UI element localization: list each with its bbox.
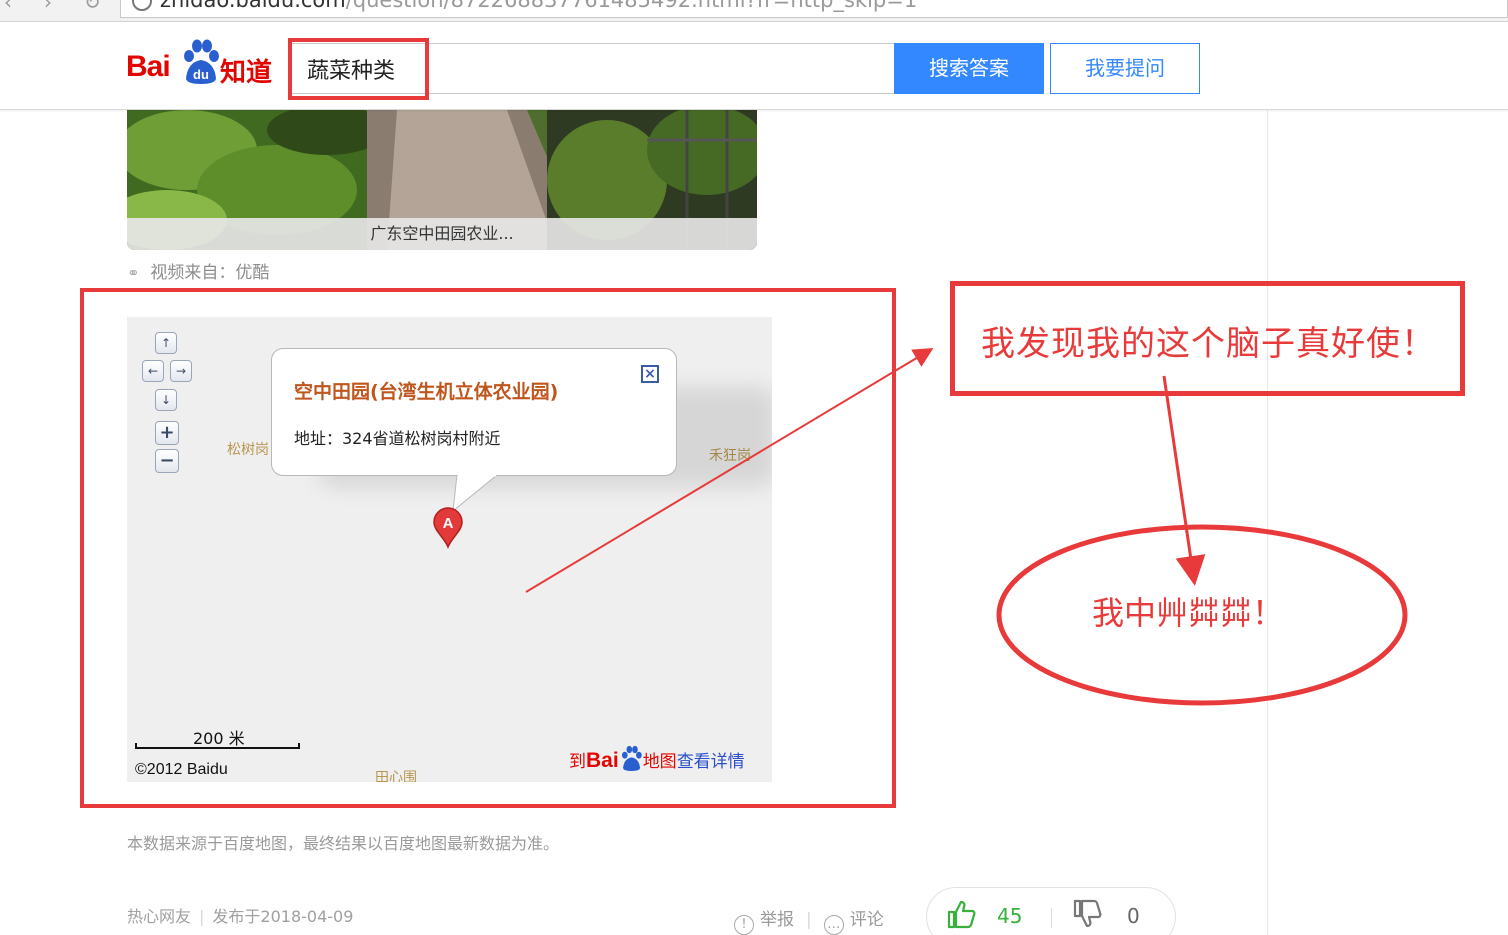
report-button[interactable]: ! 举报 <box>734 910 794 935</box>
thumbs-down-icon[interactable] <box>1071 898 1103 930</box>
forward-arrow-icon[interactable]: › <box>44 0 52 14</box>
view-in-baidu-map-link[interactable]: 到Bai 地图查看详情 <box>569 745 745 777</box>
baidu-map[interactable]: ↑ ← → ↓ + − 松树岗 禾狂岗 田心围 空中田园(台湾生机立体农业园) … <box>127 317 772 782</box>
meta-separator: | <box>199 907 205 926</box>
logo-bai-text: Bai <box>126 50 171 83</box>
column-divider <box>1267 110 1268 935</box>
map-data-source-note: 本数据来源于百度地图，最终结果以百度地图最新数据为准。 <box>127 834 560 853</box>
zoom-in-button[interactable]: + <box>155 421 179 445</box>
maplink-suffix: 查看详情 <box>676 752 745 772</box>
maplink-prefix: 到 <box>569 752 586 772</box>
report-icon: ! <box>734 915 754 935</box>
logo-du-text: du <box>193 67 209 82</box>
map-place-label: 松树岗 <box>227 442 269 458</box>
marker-label: A <box>443 515 454 532</box>
answer-actions: ! 举报 | … 评论 <box>734 905 884 935</box>
back-arrow-icon[interactable]: ‹ <box>4 0 12 14</box>
action-separator: | <box>806 910 812 930</box>
vote-separator <box>1051 908 1052 928</box>
map-marker-icon[interactable]: A <box>432 507 464 549</box>
pan-left-button[interactable]: ← <box>142 360 164 382</box>
link-icon: ⚭ <box>127 264 140 282</box>
baidu-paw-small-icon <box>621 745 642 771</box>
upvote-count: 45 <box>997 904 1023 928</box>
browser-address-bar: ‹ › ↻ zhidao.baidu.com/question/87226883… <box>0 0 1508 22</box>
page-root: ‹ › ↻ zhidao.baidu.com/question/87226883… <box>0 0 1508 935</box>
site-header: Bai du 知道 蔬菜种类 搜索答案 我要提问 <box>0 22 1508 110</box>
pan-up-button[interactable]: ↑ <box>155 332 177 354</box>
annotation-arrow-to-ellipse <box>1162 375 1206 586</box>
search-answers-button[interactable]: 搜索答案 <box>894 43 1044 94</box>
video-source-label: 视频来自：优酷 <box>150 263 270 283</box>
pan-down-button[interactable]: ↓ <box>155 389 177 411</box>
answer-meta: 热心网友 | 发布于2018-04-09 <box>127 903 353 927</box>
annotation-ellipse-text: 我中艸茻茻！ <box>1092 594 1285 632</box>
thumbs-up-icon[interactable] <box>945 898 977 930</box>
zoom-out-button[interactable]: − <box>155 449 179 473</box>
map-copyright: ©2012 Baidu <box>135 761 228 778</box>
maplink-brand-bai: Bai <box>586 749 619 772</box>
map-place-label: 田心围 <box>375 770 417 782</box>
answer-date: 发布于2018-04-09 <box>212 907 354 926</box>
popup-address: 地址：324省道松树岗村附近 <box>294 429 501 448</box>
ask-question-button[interactable]: 我要提问 <box>1050 43 1200 94</box>
popup-close-icon[interactable]: × <box>641 365 659 383</box>
comment-icon: … <box>823 915 844 935</box>
answer-author[interactable]: 热心网友 <box>127 907 191 926</box>
downvote-count: 0 <box>1127 904 1140 928</box>
url-text: zhidao.baidu.com/question/87226883776148… <box>160 0 918 12</box>
video-thumbnail[interactable]: 广东空中田园农业... <box>127 110 757 250</box>
video-caption: 广东空中田园农业... <box>127 218 757 250</box>
logo-zhidao-text: 知道 <box>220 58 273 88</box>
pan-right-button[interactable]: → <box>170 360 192 382</box>
map-info-popup: 空中田园(台湾生机立体农业园) 地址：324省道松树岗村附近 × <box>271 348 677 476</box>
maplink-brand-map: 地图 <box>642 752 677 772</box>
popup-title[interactable]: 空中田园(台湾生机立体农业园) <box>294 377 558 404</box>
annotation-note-box: 我发现我的这个脑子真好使！ <box>950 281 1465 396</box>
annotation-search-highlight <box>288 38 429 100</box>
baidu-zhidao-logo[interactable]: Bai du 知道 <box>126 38 286 88</box>
vote-box: 45 0 <box>926 887 1176 935</box>
comment-button[interactable]: … 评论 <box>823 910 884 935</box>
annotation-note-text: 我发现我的这个脑子真好使！ <box>981 324 1436 364</box>
map-scale-bar <box>135 743 300 749</box>
reload-icon[interactable]: ↻ <box>84 0 101 14</box>
baidu-paw-icon: du <box>184 39 219 84</box>
video-source: ⚭ 视频来自：优酷 <box>127 258 269 283</box>
